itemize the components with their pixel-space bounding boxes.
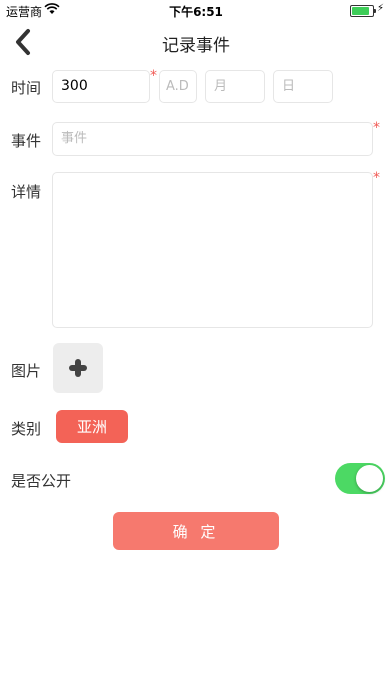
navigation-bar: 记录事件: [0, 20, 392, 64]
battery-icon: [350, 5, 376, 17]
confirm-button[interactable]: 确 定: [113, 512, 279, 550]
month-placeholder: 月: [214, 79, 228, 94]
day-input[interactable]: 日: [273, 70, 333, 103]
required-mark: *: [373, 120, 380, 136]
category-label: 类别: [11, 420, 42, 438]
status-bar: 运营商 下午6:51 ⚡: [0, 0, 392, 20]
time-label: 时间: [11, 79, 42, 97]
charging-icon: ⚡: [376, 3, 384, 14]
required-mark: *: [373, 170, 380, 186]
public-toggle[interactable]: [335, 463, 385, 494]
required-mark: *: [150, 68, 157, 84]
event-placeholder: 事件: [61, 131, 88, 146]
toggle-knob: [356, 465, 383, 492]
details-textarea[interactable]: [52, 172, 373, 328]
clock: 下午6:51: [169, 5, 223, 19]
public-label: 是否公开: [11, 472, 72, 490]
event-input[interactable]: 事件: [52, 122, 373, 156]
year-input[interactable]: 300: [52, 70, 150, 103]
era-input[interactable]: A.D: [159, 70, 197, 103]
details-label: 详情: [11, 183, 42, 201]
add-image-button[interactable]: [53, 343, 103, 393]
day-placeholder: 日: [282, 79, 296, 94]
month-input[interactable]: 月: [205, 70, 265, 103]
era-placeholder: A.D: [166, 79, 189, 94]
page-title: 记录事件: [162, 36, 230, 56]
year-value: 300: [61, 78, 88, 94]
event-label: 事件: [11, 132, 42, 150]
image-label: 图片: [11, 362, 42, 380]
category-button[interactable]: 亚洲: [56, 410, 128, 443]
